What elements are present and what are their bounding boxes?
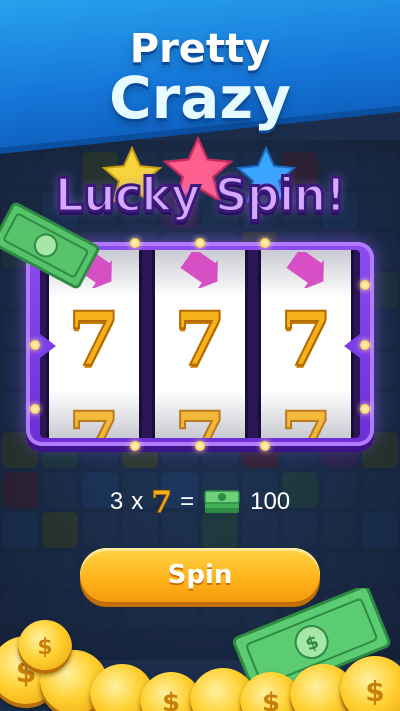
reel-1-bottom-symbol: 7 [49,399,139,438]
light-bulb [30,340,40,350]
light-bulb [195,238,205,248]
reel-3: 7 7 [258,250,354,438]
light-bulb [30,404,40,414]
gold-coin-icon: $ [18,620,72,674]
reel-2: 7 7 [152,250,248,438]
light-bulb [360,404,370,414]
payout-rule: 3 x 7 = 100 [0,482,400,522]
reel-3-symbol: 7 [279,297,333,383]
arrow-icon [180,252,218,288]
payout-symbol: 7 [151,484,173,520]
cash-stack-icon [204,490,240,513]
payout-amount: 100 [250,488,291,515]
payout-count: 3 [109,488,124,515]
reel-2-bottom-symbol: 7 [155,399,245,438]
light-bulb [360,340,370,350]
light-bulb [130,441,140,451]
reel-2-symbol: 7 [173,297,227,383]
light-bulb [195,441,205,451]
light-bulb [260,238,270,248]
gold-coin-icon: $ [340,656,400,711]
light-bulb [360,280,370,290]
light-bulb [260,441,270,451]
reel-1-symbol: 7 [67,297,121,383]
left-pointer-icon [40,334,56,358]
dollar-bill-icon [0,202,100,289]
right-pointer-icon [344,334,360,358]
payout-equals: = [180,488,195,515]
banner-title-line2: Crazy [109,64,291,132]
arrow-icon [286,252,324,288]
reel-3-bottom-symbol: 7 [261,399,351,438]
light-bulb [130,238,140,248]
payout-times: x [131,488,144,515]
